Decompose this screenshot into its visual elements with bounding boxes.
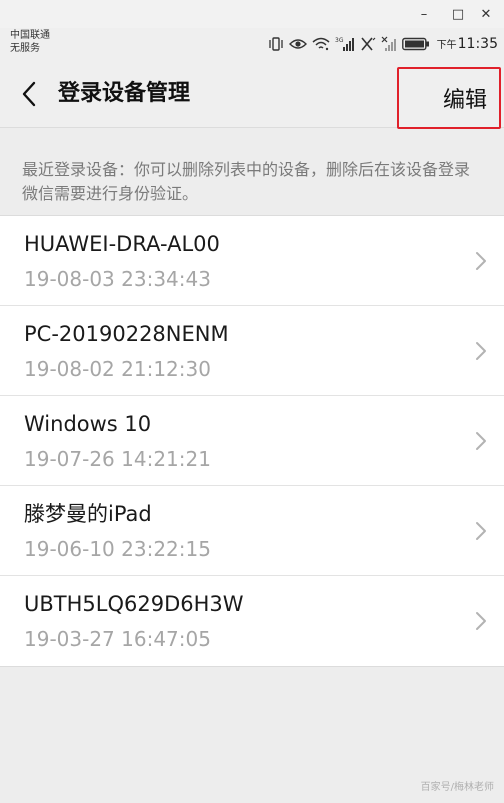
- device-login-time: 19-07-26 14:21:21: [24, 447, 211, 471]
- carrier-name: 中国联通: [10, 30, 50, 41]
- close-button[interactable]: ✕: [474, 4, 498, 24]
- service-status: 无服务: [10, 43, 40, 54]
- chevron-right-icon: [476, 432, 486, 450]
- chevron-right-icon: [476, 342, 486, 360]
- device-name: Windows 10: [24, 412, 152, 436]
- device-item[interactable]: UBTH5LQ629D6H3W 19-03-27 16:47:05: [0, 576, 504, 666]
- vibrate-icon: [268, 37, 284, 51]
- app-header: 登录设备管理 编辑: [0, 60, 504, 129]
- status-bar: 中国联通 无服务 3G 下午11:35: [0, 28, 504, 60]
- clock-time: 11:35: [457, 36, 498, 52]
- chevron-right-icon: [476, 252, 486, 270]
- clock-period: 下午: [436, 40, 457, 51]
- edit-button[interactable]: 编辑: [397, 67, 501, 129]
- back-button[interactable]: [14, 78, 44, 110]
- device-item[interactable]: 滕梦曼的iPad 19-06-10 23:22:15: [0, 486, 504, 576]
- device-item[interactable]: HUAWEI-DRA-AL00 19-08-03 23:34:43: [0, 216, 504, 306]
- device-login-time: 19-03-27 16:47:05: [24, 627, 211, 651]
- device-item[interactable]: PC-20190228NENM 19-08-02 21:12:30: [0, 306, 504, 396]
- device-name: 滕梦曼的iPad: [24, 502, 152, 526]
- device-name: HUAWEI-DRA-AL00: [24, 232, 220, 256]
- eye-icon: [288, 38, 307, 50]
- device-item[interactable]: Windows 10 19-07-26 14:21:21: [0, 396, 504, 486]
- device-login-time: 19-08-03 23:34:43: [24, 267, 211, 291]
- device-name: PC-20190228NENM: [24, 322, 229, 346]
- device-list: HUAWEI-DRA-AL00 19-08-03 23:34:43 PC-201…: [0, 215, 504, 667]
- maximize-button[interactable]: □: [446, 4, 470, 24]
- carrier-info: 中国联通 无服务: [10, 29, 50, 55]
- device-login-time: 19-08-02 21:12:30: [24, 357, 211, 381]
- page-title: 登录设备管理: [58, 81, 191, 106]
- wifi-icon: [312, 37, 330, 51]
- minimize-button[interactable]: –: [412, 4, 436, 24]
- watermark: 百家号/梅林老师: [420, 782, 494, 793]
- window-titlebar: – □ ✕: [0, 0, 504, 28]
- signal-empty-icon: [381, 36, 397, 52]
- battery-icon: [401, 37, 430, 51]
- device-login-time: 19-06-10 23:22:15: [24, 537, 211, 561]
- chevron-right-icon: [476, 522, 486, 540]
- no-signal-icon: [360, 36, 376, 52]
- status-clock: 下午11:35: [437, 36, 498, 52]
- chevron-right-icon: [476, 612, 486, 630]
- device-name: UBTH5LQ629D6H3W: [24, 592, 244, 616]
- status-icons: 3G 下午11:35: [268, 28, 498, 60]
- hint-text: 最近登录设备：你可以删除列表中的设备，删除后在该设备登录微信需要进行身份验证。: [22, 160, 471, 203]
- back-arrow-icon: [22, 81, 36, 107]
- signal-3g-icon: 3G: [335, 36, 355, 52]
- svg-text:3G: 3G: [335, 37, 344, 44]
